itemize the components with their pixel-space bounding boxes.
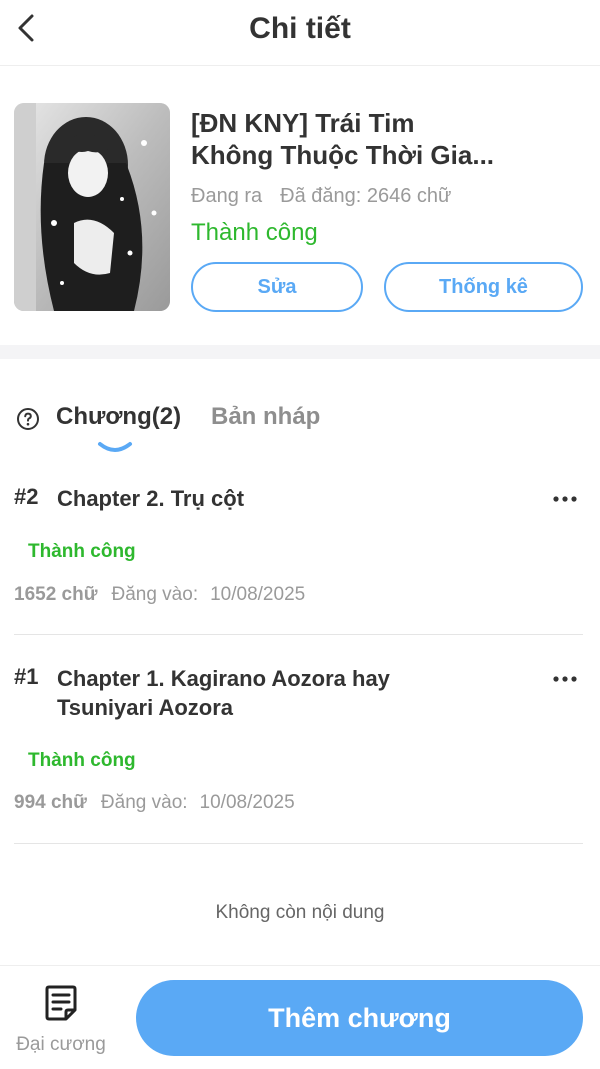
book-meta: Đang ra Đã đăng: 2646 chữ xyxy=(191,185,451,208)
book-cover[interactable] xyxy=(14,103,170,311)
more-horizontal-icon xyxy=(553,676,577,682)
chapter-status: Thành công xyxy=(28,541,136,562)
page-title: Chi tiết xyxy=(249,12,351,45)
help-icon[interactable] xyxy=(16,407,40,431)
add-chapter-button[interactable]: Thêm chương xyxy=(136,980,583,1056)
outline-button[interactable]: Đại cương xyxy=(8,982,114,1062)
chapter-number: #2 xyxy=(14,484,39,509)
chapter-meta: 994 chữ Đăng vào: 10/08/2025 xyxy=(14,792,295,814)
book-info: [ĐN KNY] Trái Tim Không Thuộc Thời Gia..… xyxy=(0,67,600,345)
statistics-button[interactable]: Thống kê xyxy=(384,262,583,312)
chapter-title: Chapter 1. Kagirano Aozora hay Tsuniyari… xyxy=(57,666,390,720)
top-bar: Chi tiết xyxy=(0,0,600,66)
chapter-word-count: 994 chữ xyxy=(14,792,87,813)
book-title: [ĐN KNY] Trái Tim Không Thuộc Thời Gia..… xyxy=(191,107,591,171)
chapter-date: 10/08/2025 xyxy=(210,584,306,605)
tab-drafts[interactable]: Bản nháp xyxy=(211,403,320,431)
book-word-count: Đã đăng: 2646 chữ xyxy=(280,185,452,207)
section-divider xyxy=(0,345,600,359)
outline-label: Đại cương xyxy=(16,1034,106,1055)
chapter-date: 10/08/2025 xyxy=(199,792,295,813)
posted-label: Đăng vào: xyxy=(111,584,199,605)
chapter-number: #1 xyxy=(14,664,39,689)
chapter-item[interactable]: #1 Chapter 1. Kagirano Aozora hay Tsuniy… xyxy=(14,650,583,844)
edit-button[interactable]: Sửa xyxy=(191,262,363,312)
more-options-button[interactable] xyxy=(547,664,583,694)
book-state: Đang ra xyxy=(191,185,263,207)
book-title-line-1: [ĐN KNY] Trái Tim xyxy=(191,108,415,138)
document-outline-icon xyxy=(45,985,77,1021)
posted-label: Đăng vào: xyxy=(100,792,188,813)
cover-illustration xyxy=(14,103,170,311)
chapter-tabs: Chương(2) Bản nháp xyxy=(0,395,600,455)
more-options-button[interactable] xyxy=(547,484,583,514)
tab-chapters[interactable]: Chương(2) xyxy=(56,403,181,431)
active-tab-indicator xyxy=(98,442,132,452)
chapter-title: Chapter 2. Trụ cột xyxy=(57,486,245,511)
chapter-meta: 1652 chữ Đăng vào: 10/08/2025 xyxy=(14,584,305,606)
chapter-item[interactable]: #2 Chapter 2. Trụ cột Thành công 1652 ch… xyxy=(14,470,583,635)
end-of-list-text: Không còn nội dung xyxy=(215,902,385,923)
chapter-status: Thành công xyxy=(28,750,136,771)
chapter-word-count: 1652 chữ xyxy=(14,584,98,605)
book-title-line-2: Không Thuộc Thời Gia... xyxy=(191,140,495,170)
bottom-action-bar: Đại cương Thêm chương xyxy=(0,965,600,1069)
more-horizontal-icon xyxy=(553,496,577,502)
book-status: Thành công xyxy=(191,219,318,246)
